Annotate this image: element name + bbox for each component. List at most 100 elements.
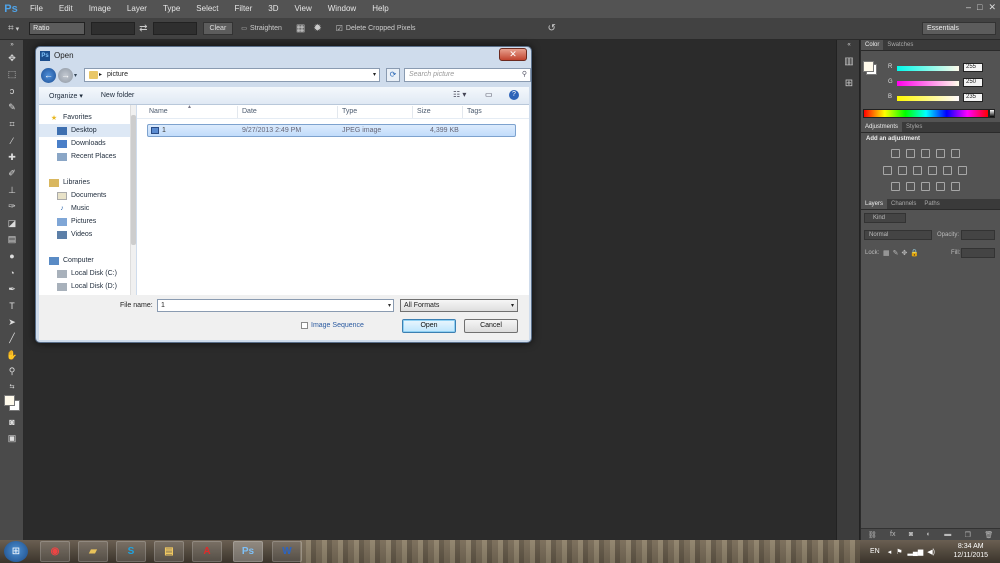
tab-channels[interactable]: Channels xyxy=(887,199,920,209)
color-balance-icon[interactable] xyxy=(898,166,907,175)
tray-chevron-icon[interactable]: ◂ xyxy=(888,548,892,556)
history-chevron-icon[interactable]: ▾ xyxy=(74,72,77,79)
cancel-button[interactable]: Cancel xyxy=(464,319,518,333)
channel-mixer-icon[interactable] xyxy=(943,166,952,175)
gradient-map-icon[interactable] xyxy=(936,182,945,191)
menu-type[interactable]: Type xyxy=(155,0,188,18)
swap-colors-icon[interactable]: ⇆ xyxy=(0,380,24,392)
lock-options-icons[interactable]: ▦✎✥🔒 xyxy=(883,249,922,257)
flag-icon[interactable]: ⚑ xyxy=(896,548,902,556)
blend-mode-select[interactable]: Normal xyxy=(864,230,932,240)
volume-icon[interactable]: ◀) xyxy=(927,548,935,556)
blue-value-input[interactable]: 235 xyxy=(963,93,983,102)
preview-pane-icon[interactable]: ▭ xyxy=(485,90,493,99)
new-group-icon[interactable]: ▬ xyxy=(944,531,951,538)
history-panel-icon[interactable]: ▥ xyxy=(837,50,861,72)
nav-computer[interactable]: Computer xyxy=(39,254,135,267)
organize-button[interactable]: Organize ▾ xyxy=(49,92,83,100)
nav-local-disk-c[interactable]: Local Disk (C:) xyxy=(39,267,135,280)
healing-tool-icon[interactable]: ✚ xyxy=(0,149,24,166)
quick-select-tool-icon[interactable]: ✎ xyxy=(0,100,24,117)
shape-tool-icon[interactable]: ╱ xyxy=(0,331,24,348)
workspace-select[interactable]: Essentials xyxy=(922,22,996,35)
filename-input[interactable]: 1 ▾ xyxy=(157,299,394,312)
forward-icon[interactable]: → xyxy=(58,67,73,83)
blue-slider[interactable] xyxy=(897,96,959,101)
invert-icon[interactable] xyxy=(891,182,900,191)
delete-layer-icon[interactable]: 🗑 xyxy=(984,531,993,539)
menu-select[interactable]: Select xyxy=(188,0,226,18)
screen-mode-icon[interactable]: ▣ xyxy=(0,431,24,448)
nav-downloads[interactable]: Downloads xyxy=(39,137,135,150)
address-dropdown-icon[interactable]: ▾ xyxy=(373,69,376,81)
brightness-contrast-icon[interactable] xyxy=(891,149,900,158)
image-sequence-checkbox[interactable] xyxy=(301,322,308,329)
black-white-icon[interactable] xyxy=(913,166,922,175)
nav-scrollbar[interactable] xyxy=(130,105,136,295)
layer-style-icon[interactable]: fx xyxy=(890,531,895,538)
nav-libraries[interactable]: Libraries xyxy=(39,176,135,189)
menu-file[interactable]: File xyxy=(22,0,51,18)
explorer-taskbar-icon[interactable]: ▤ xyxy=(154,541,184,562)
threshold-icon[interactable] xyxy=(921,182,930,191)
image-sequence-option[interactable]: Image Sequence xyxy=(301,322,364,329)
address-bar[interactable]: ▸ picture ▾ xyxy=(84,68,380,82)
move-tool-icon[interactable]: ✥ xyxy=(0,50,24,67)
dialog-close-button[interactable]: ✕ xyxy=(499,48,527,61)
col-date[interactable]: Date xyxy=(242,108,257,115)
nav-recent-places[interactable]: Recent Places xyxy=(39,150,135,163)
red-slider[interactable] xyxy=(897,66,959,71)
green-value-input[interactable]: 250 xyxy=(963,78,983,87)
chrome-taskbar-icon[interactable]: ◉ xyxy=(40,541,70,562)
width-input[interactable] xyxy=(91,22,136,35)
nav-pictures[interactable]: Pictures xyxy=(39,215,135,228)
nav-scroll-thumb[interactable] xyxy=(131,115,136,245)
new-layer-icon[interactable]: ❐ xyxy=(965,531,971,539)
acrobat-taskbar-icon[interactable]: A xyxy=(192,541,222,562)
clear-button[interactable]: Clear xyxy=(202,22,234,35)
tab-paths[interactable]: Paths xyxy=(920,199,943,209)
history-brush-icon[interactable]: ✑ xyxy=(0,199,24,216)
layer-kind-filter[interactable]: Kind xyxy=(864,213,906,223)
properties-panel-icon[interactable]: ⊞ xyxy=(837,72,861,94)
nav-favorites[interactable]: ★ Favorites xyxy=(39,111,135,124)
filename-dropdown-icon[interactable]: ▾ xyxy=(388,301,391,312)
menu-edit[interactable]: Edit xyxy=(51,0,81,18)
brush-tool-icon[interactable]: ✐ xyxy=(0,166,24,183)
tab-styles[interactable]: Styles xyxy=(902,122,926,132)
add-mask-icon[interactable]: ◙ xyxy=(909,531,913,538)
maximize-button[interactable]: □ xyxy=(977,2,982,13)
foreground-color-swatch[interactable] xyxy=(4,395,15,406)
crop-tool-icon[interactable]: ⌗ xyxy=(8,23,14,34)
color-swatches[interactable] xyxy=(0,392,24,414)
skype-taskbar-icon[interactable]: S xyxy=(116,541,146,562)
menu-image[interactable]: Image xyxy=(81,0,119,18)
gradient-tool-icon[interactable]: ▤ xyxy=(0,232,24,249)
eyedropper-tool-icon[interactable]: ⁄ xyxy=(0,133,24,150)
hue-saturation-icon[interactable] xyxy=(883,166,892,175)
back-icon[interactable]: ← xyxy=(41,67,56,83)
refresh-icon[interactable]: ⟳ xyxy=(386,68,400,82)
tab-color[interactable]: Color xyxy=(861,40,884,50)
green-slider[interactable] xyxy=(897,81,959,86)
tab-swatches[interactable]: Swatches xyxy=(883,40,917,50)
view-options-icon[interactable]: ☷ ▾ xyxy=(453,90,466,99)
open-button[interactable]: Open xyxy=(402,319,456,333)
opacity-input[interactable] xyxy=(961,230,995,240)
selective-color-icon[interactable] xyxy=(951,182,960,191)
nav-documents[interactable]: Documents xyxy=(39,189,135,202)
settings-gear-icon[interactable]: ✹ xyxy=(313,23,321,34)
col-type[interactable]: Type xyxy=(342,108,357,115)
posterize-icon[interactable] xyxy=(906,182,915,191)
blur-tool-icon[interactable]: ● xyxy=(0,248,24,265)
minimize-button[interactable]: – xyxy=(966,2,971,13)
toolbox-collapse-icon[interactable]: » xyxy=(0,40,24,50)
straighten-button[interactable]: Straighten xyxy=(250,25,282,32)
nav-local-disk-d[interactable]: Local Disk (D:) xyxy=(39,280,135,293)
color-spectrum-bar[interactable] xyxy=(863,109,989,118)
nav-desktop[interactable]: Desktop xyxy=(39,124,135,137)
link-layers-icon[interactable]: ⛓ xyxy=(868,531,877,539)
stamp-tool-icon[interactable]: ⊥ xyxy=(0,182,24,199)
new-folder-button[interactable]: New folder xyxy=(101,92,134,99)
hand-tool-icon[interactable]: ✋ xyxy=(0,347,24,364)
